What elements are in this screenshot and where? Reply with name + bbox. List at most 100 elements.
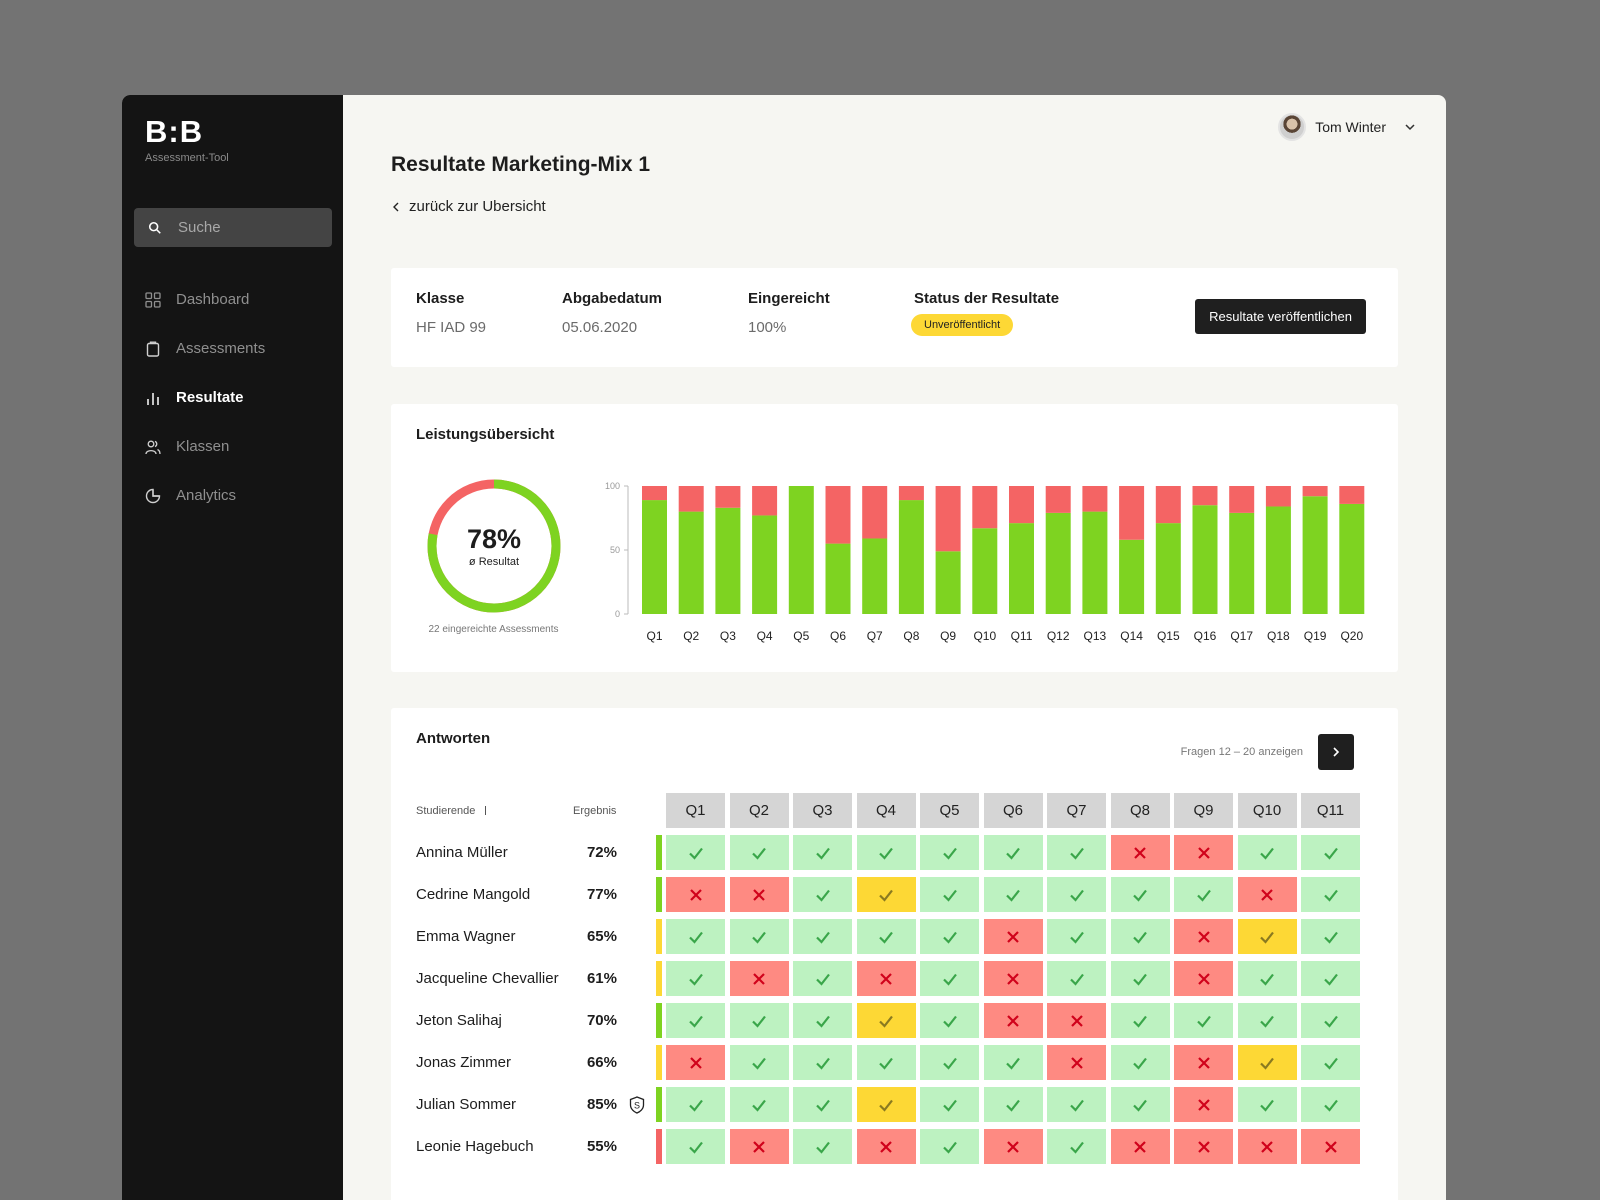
answer-cell-correct[interactable] bbox=[920, 877, 979, 912]
answer-cell-correct[interactable] bbox=[1301, 1003, 1360, 1038]
answer-cell-correct[interactable] bbox=[1237, 961, 1297, 996]
column-header-students[interactable]: Studierende bbox=[416, 805, 487, 817]
answer-cell-wrong[interactable] bbox=[1110, 1129, 1170, 1164]
answer-cell-correct[interactable] bbox=[1110, 1003, 1170, 1038]
sidebar-item-analytics[interactable]: Analytics bbox=[122, 471, 343, 520]
answer-cell-wrong[interactable] bbox=[1174, 1129, 1233, 1164]
answer-cell-correct[interactable] bbox=[1110, 877, 1170, 912]
answer-cell-correct[interactable] bbox=[666, 1003, 725, 1038]
answer-cell-wrong[interactable] bbox=[983, 1003, 1043, 1038]
answer-cell-partial[interactable] bbox=[856, 1003, 916, 1038]
answer-cell-correct[interactable] bbox=[1110, 1087, 1170, 1122]
next-questions-button[interactable] bbox=[1318, 734, 1354, 770]
question-header-q5[interactable]: Q5 bbox=[920, 793, 979, 828]
question-header-q10[interactable]: Q10 bbox=[1237, 793, 1297, 828]
answer-cell-correct[interactable] bbox=[793, 1003, 852, 1038]
answer-cell-partial[interactable] bbox=[856, 1087, 916, 1122]
question-header-q9[interactable]: Q9 bbox=[1174, 793, 1233, 828]
answer-cell-wrong[interactable] bbox=[1047, 1045, 1106, 1080]
answer-cell-correct[interactable] bbox=[1301, 1087, 1360, 1122]
answer-cell-correct[interactable] bbox=[793, 1045, 852, 1080]
answer-cell-correct[interactable] bbox=[856, 1045, 916, 1080]
question-header-q11[interactable]: Q11 bbox=[1301, 793, 1360, 828]
student-name[interactable]: Leonie Hagebuch bbox=[416, 1138, 534, 1155]
search-input[interactable] bbox=[178, 219, 318, 236]
answer-cell-correct[interactable] bbox=[1174, 1003, 1233, 1038]
answer-cell-wrong[interactable] bbox=[729, 877, 789, 912]
answer-cell-correct[interactable] bbox=[1110, 961, 1170, 996]
answer-cell-correct[interactable] bbox=[1047, 961, 1106, 996]
answer-cell-correct[interactable] bbox=[1301, 877, 1360, 912]
answer-cell-correct[interactable] bbox=[1301, 1045, 1360, 1080]
answer-cell-wrong[interactable] bbox=[729, 1129, 789, 1164]
answer-cell-correct[interactable] bbox=[983, 877, 1043, 912]
answer-cell-wrong[interactable] bbox=[729, 961, 789, 996]
student-name[interactable]: Jonas Zimmer bbox=[416, 1054, 511, 1071]
student-name[interactable]: Julian Sommer bbox=[416, 1096, 516, 1113]
answer-cell-wrong[interactable] bbox=[983, 961, 1043, 996]
answer-cell-correct[interactable] bbox=[1301, 835, 1360, 870]
answer-cell-wrong[interactable] bbox=[1237, 877, 1297, 912]
answer-cell-correct[interactable] bbox=[983, 835, 1043, 870]
answer-cell-wrong[interactable] bbox=[1174, 835, 1233, 870]
question-header-q7[interactable]: Q7 bbox=[1047, 793, 1106, 828]
question-header-q1[interactable]: Q1 bbox=[666, 793, 725, 828]
student-name[interactable]: Annina Müller bbox=[416, 844, 508, 861]
sidebar-item-resultate[interactable]: Resultate bbox=[122, 373, 343, 422]
answer-cell-wrong[interactable] bbox=[1174, 919, 1233, 954]
answer-cell-wrong[interactable] bbox=[1110, 835, 1170, 870]
search-box[interactable] bbox=[134, 208, 332, 247]
answer-cell-wrong[interactable] bbox=[666, 877, 725, 912]
answer-cell-correct[interactable] bbox=[1110, 1045, 1170, 1080]
answer-cell-wrong[interactable] bbox=[1174, 1045, 1233, 1080]
answer-cell-correct[interactable] bbox=[666, 1087, 725, 1122]
answer-cell-wrong[interactable] bbox=[666, 1045, 725, 1080]
question-header-q6[interactable]: Q6 bbox=[983, 793, 1043, 828]
answer-cell-correct[interactable] bbox=[1174, 877, 1233, 912]
question-header-q8[interactable]: Q8 bbox=[1110, 793, 1170, 828]
answer-cell-correct[interactable] bbox=[920, 1129, 979, 1164]
chevron-down-icon[interactable] bbox=[1404, 121, 1416, 133]
answer-cell-correct[interactable] bbox=[729, 919, 789, 954]
answer-cell-correct[interactable] bbox=[1301, 961, 1360, 996]
answer-cell-correct[interactable] bbox=[729, 1003, 789, 1038]
answer-cell-correct[interactable] bbox=[920, 835, 979, 870]
answer-cell-correct[interactable] bbox=[729, 835, 789, 870]
answer-cell-wrong[interactable] bbox=[983, 1129, 1043, 1164]
answer-cell-correct[interactable] bbox=[1237, 1087, 1297, 1122]
answer-cell-correct[interactable] bbox=[793, 919, 852, 954]
answer-cell-correct[interactable] bbox=[793, 1129, 852, 1164]
answer-cell-wrong[interactable] bbox=[1237, 1129, 1297, 1164]
student-name[interactable]: Jeton Salihaj bbox=[416, 1012, 502, 1029]
answer-cell-correct[interactable] bbox=[983, 1087, 1043, 1122]
answer-cell-correct[interactable] bbox=[729, 1045, 789, 1080]
answer-cell-correct[interactable] bbox=[1110, 919, 1170, 954]
answer-cell-correct[interactable] bbox=[666, 961, 725, 996]
answer-cell-correct[interactable] bbox=[666, 919, 725, 954]
answer-cell-wrong[interactable] bbox=[1174, 961, 1233, 996]
sidebar-item-assessments[interactable]: Assessments bbox=[122, 324, 343, 373]
answer-cell-correct[interactable] bbox=[1047, 1129, 1106, 1164]
answer-cell-wrong[interactable] bbox=[856, 1129, 916, 1164]
answer-cell-correct[interactable] bbox=[793, 1087, 852, 1122]
student-name[interactable]: Cedrine Mangold bbox=[416, 886, 530, 903]
question-header-q4[interactable]: Q4 bbox=[856, 793, 916, 828]
answer-cell-wrong[interactable] bbox=[1174, 1087, 1233, 1122]
answer-cell-correct[interactable] bbox=[920, 1087, 979, 1122]
answer-cell-correct[interactable] bbox=[793, 961, 852, 996]
answer-cell-correct[interactable] bbox=[1237, 1003, 1297, 1038]
answer-cell-correct[interactable] bbox=[1047, 835, 1106, 870]
student-name[interactable]: Jacqueline Chevallier bbox=[416, 970, 559, 987]
answer-cell-wrong[interactable] bbox=[983, 919, 1043, 954]
back-link[interactable]: zurück zur Ubersicht bbox=[391, 198, 546, 215]
answer-cell-correct[interactable] bbox=[856, 835, 916, 870]
answer-cell-wrong[interactable] bbox=[1047, 1003, 1106, 1038]
publish-results-button[interactable]: Resultate veröffentlichen bbox=[1195, 299, 1366, 334]
user-menu[interactable]: Tom Winter bbox=[1278, 113, 1416, 141]
answer-cell-correct[interactable] bbox=[666, 835, 725, 870]
question-header-q2[interactable]: Q2 bbox=[729, 793, 789, 828]
answer-cell-correct[interactable] bbox=[1301, 919, 1360, 954]
answer-cell-correct[interactable] bbox=[920, 1045, 979, 1080]
answer-cell-correct[interactable] bbox=[1047, 1087, 1106, 1122]
answer-cell-wrong[interactable] bbox=[856, 961, 916, 996]
